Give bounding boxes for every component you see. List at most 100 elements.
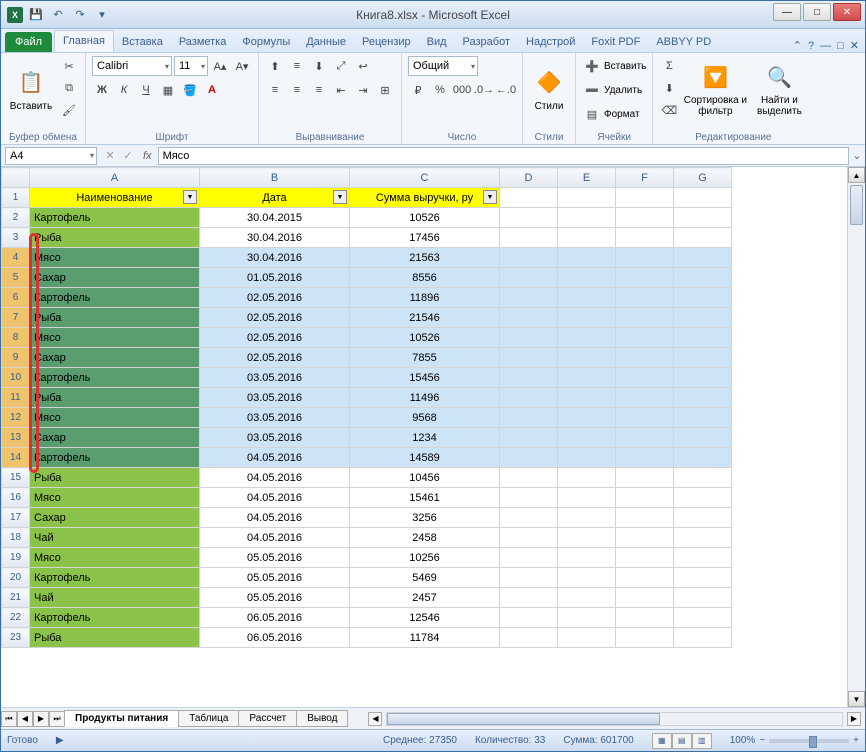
increase-decimal-button[interactable]: .0→ bbox=[474, 80, 494, 100]
cell[interactable] bbox=[558, 488, 616, 508]
cell[interactable]: 10256 bbox=[350, 548, 500, 568]
cell[interactable] bbox=[674, 468, 732, 488]
cell[interactable]: 14589 bbox=[350, 448, 500, 468]
row-header[interactable]: 20 bbox=[2, 568, 30, 588]
cell[interactable]: 30.04.2016 bbox=[200, 248, 350, 268]
row-header[interactable]: 7 bbox=[2, 308, 30, 328]
cell[interactable] bbox=[674, 268, 732, 288]
comma-button[interactable]: 000 bbox=[452, 80, 472, 100]
percent-button[interactable]: % bbox=[430, 80, 450, 100]
cell[interactable]: 03.05.2016 bbox=[200, 368, 350, 388]
shrink-font-button[interactable]: A▾ bbox=[232, 56, 252, 76]
tab-insert[interactable]: Вставка bbox=[114, 32, 171, 52]
cell[interactable]: 03.05.2016 bbox=[200, 428, 350, 448]
row-header[interactable]: 17 bbox=[2, 508, 30, 528]
tab-home[interactable]: Главная bbox=[54, 30, 114, 52]
cell[interactable]: Мясо bbox=[30, 328, 200, 348]
minimize-button[interactable]: — bbox=[773, 3, 801, 21]
grow-font-button[interactable]: A▴ bbox=[210, 56, 230, 76]
zoom-level[interactable]: 100% bbox=[730, 735, 756, 746]
cell[interactable]: 04.05.2016 bbox=[200, 528, 350, 548]
col-header-E[interactable]: E bbox=[558, 168, 616, 188]
cell[interactable]: 2457 bbox=[350, 588, 500, 608]
cell[interactable]: 30.04.2016 bbox=[200, 228, 350, 248]
cell[interactable] bbox=[616, 548, 674, 568]
sheet-nav-first[interactable]: ⏮ bbox=[1, 711, 17, 727]
sheet-nav-prev[interactable]: ◀ bbox=[17, 711, 33, 727]
sort-filter-button[interactable]: 🔽 Сортировка и фильтр bbox=[683, 56, 747, 122]
cell[interactable]: Сахар bbox=[30, 428, 200, 448]
expand-formula-bar-icon[interactable]: ⌄ bbox=[849, 149, 865, 162]
col-header-D[interactable]: D bbox=[500, 168, 558, 188]
row-header[interactable]: 8 bbox=[2, 328, 30, 348]
horizontal-scrollbar[interactable]: ◀ ▶ bbox=[368, 712, 865, 726]
cell[interactable] bbox=[616, 528, 674, 548]
cell[interactable]: 30.04.2015 bbox=[200, 208, 350, 228]
cell[interactable]: 04.05.2016 bbox=[200, 488, 350, 508]
cell[interactable]: Рыба bbox=[30, 228, 200, 248]
cell[interactable] bbox=[616, 628, 674, 648]
cell[interactable] bbox=[500, 488, 558, 508]
cell[interactable] bbox=[674, 328, 732, 348]
cell[interactable] bbox=[674, 188, 732, 208]
cell[interactable] bbox=[500, 348, 558, 368]
cell[interactable]: 06.05.2016 bbox=[200, 628, 350, 648]
cell[interactable]: 04.05.2016 bbox=[200, 508, 350, 528]
hscroll-thumb[interactable] bbox=[387, 713, 660, 725]
cell[interactable]: Рыба bbox=[30, 468, 200, 488]
cell[interactable] bbox=[616, 488, 674, 508]
name-box[interactable]: A4 bbox=[5, 147, 97, 165]
cell[interactable] bbox=[500, 428, 558, 448]
doc-close-icon[interactable]: ✕ bbox=[850, 39, 859, 52]
cell[interactable] bbox=[500, 568, 558, 588]
cut-button[interactable]: ✂ bbox=[59, 56, 79, 76]
cell[interactable] bbox=[616, 208, 674, 228]
cell[interactable] bbox=[558, 308, 616, 328]
cell[interactable]: Картофель bbox=[30, 368, 200, 388]
insert-cells-button[interactable]: ➕ bbox=[582, 56, 602, 76]
col-header-B[interactable]: B bbox=[200, 168, 350, 188]
cell[interactable] bbox=[558, 428, 616, 448]
qat-undo-button[interactable]: ↶ bbox=[49, 6, 67, 24]
cell[interactable] bbox=[558, 408, 616, 428]
cell[interactable] bbox=[674, 208, 732, 228]
cell[interactable] bbox=[500, 408, 558, 428]
cell[interactable]: 02.05.2016 bbox=[200, 308, 350, 328]
fill-button[interactable]: ⬇ bbox=[659, 78, 679, 98]
cell[interactable]: 15461 bbox=[350, 488, 500, 508]
format-painter-button[interactable]: 🖌 bbox=[59, 100, 79, 120]
currency-button[interactable]: ₽ bbox=[408, 80, 428, 100]
view-normal-button[interactable]: ▦ bbox=[652, 733, 672, 749]
cell[interactable] bbox=[616, 408, 674, 428]
row-header[interactable]: 13 bbox=[2, 428, 30, 448]
cell[interactable]: 04.05.2016 bbox=[200, 468, 350, 488]
row-header[interactable]: 11 bbox=[2, 388, 30, 408]
filter-button[interactable]: ▼ bbox=[483, 190, 497, 204]
cell[interactable]: Картофель bbox=[30, 608, 200, 628]
tab-abbyy[interactable]: ABBYY PD bbox=[648, 32, 719, 52]
col-header-A[interactable]: A bbox=[30, 168, 200, 188]
cell[interactable]: 03.05.2016 bbox=[200, 408, 350, 428]
border-button[interactable]: ▦ bbox=[158, 80, 178, 100]
format-cells-button[interactable]: ▤ bbox=[582, 104, 602, 124]
cell[interactable] bbox=[500, 248, 558, 268]
file-tab[interactable]: Файл bbox=[5, 32, 52, 52]
cell[interactable]: Мясо bbox=[30, 548, 200, 568]
orientation-button[interactable]: ⤢ bbox=[331, 56, 351, 76]
row-header[interactable]: 10 bbox=[2, 368, 30, 388]
cell[interactable] bbox=[616, 228, 674, 248]
col-header-C[interactable]: C bbox=[350, 168, 500, 188]
cell[interactable]: Рыба bbox=[30, 388, 200, 408]
cell[interactable] bbox=[558, 568, 616, 588]
cell[interactable]: Сахар bbox=[30, 348, 200, 368]
row-header[interactable]: 12 bbox=[2, 408, 30, 428]
copy-button[interactable]: ⧉ bbox=[59, 78, 79, 98]
cell[interactable] bbox=[500, 588, 558, 608]
scroll-down-button[interactable]: ▼ bbox=[848, 691, 865, 707]
row-header[interactable]: 4 bbox=[2, 248, 30, 268]
sheet-tab[interactable]: Вывод bbox=[296, 710, 348, 727]
cell[interactable]: 17456 bbox=[350, 228, 500, 248]
cell[interactable]: Картофель bbox=[30, 208, 200, 228]
tab-developer[interactable]: Разработ bbox=[455, 32, 518, 52]
row-header[interactable]: 22 bbox=[2, 608, 30, 628]
